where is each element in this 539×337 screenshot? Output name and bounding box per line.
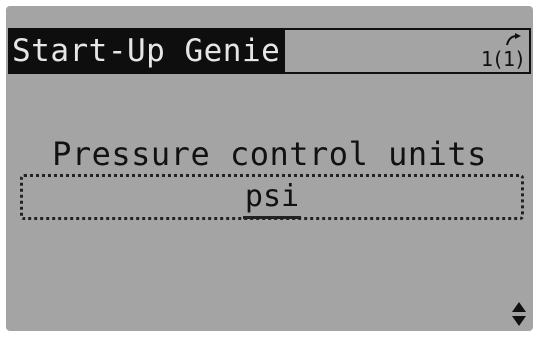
title-bar-frame: 1(1)	[285, 28, 531, 74]
page-number: 1(1)	[480, 47, 526, 71]
page-indicator: 1(1)	[481, 33, 526, 70]
lcd-display: Start-Up Genie 1(1) Pressure control uni…	[6, 6, 533, 331]
parameter-label: Pressure control units	[52, 135, 487, 173]
menu-title: Start-Up Genie	[8, 28, 285, 74]
parameter-value-field[interactable]: psi	[20, 174, 524, 220]
title-bar: Start-Up Genie 1(1)	[8, 28, 531, 74]
parameter-value: psi	[242, 178, 302, 219]
up-down-scroll-icon	[510, 301, 528, 327]
